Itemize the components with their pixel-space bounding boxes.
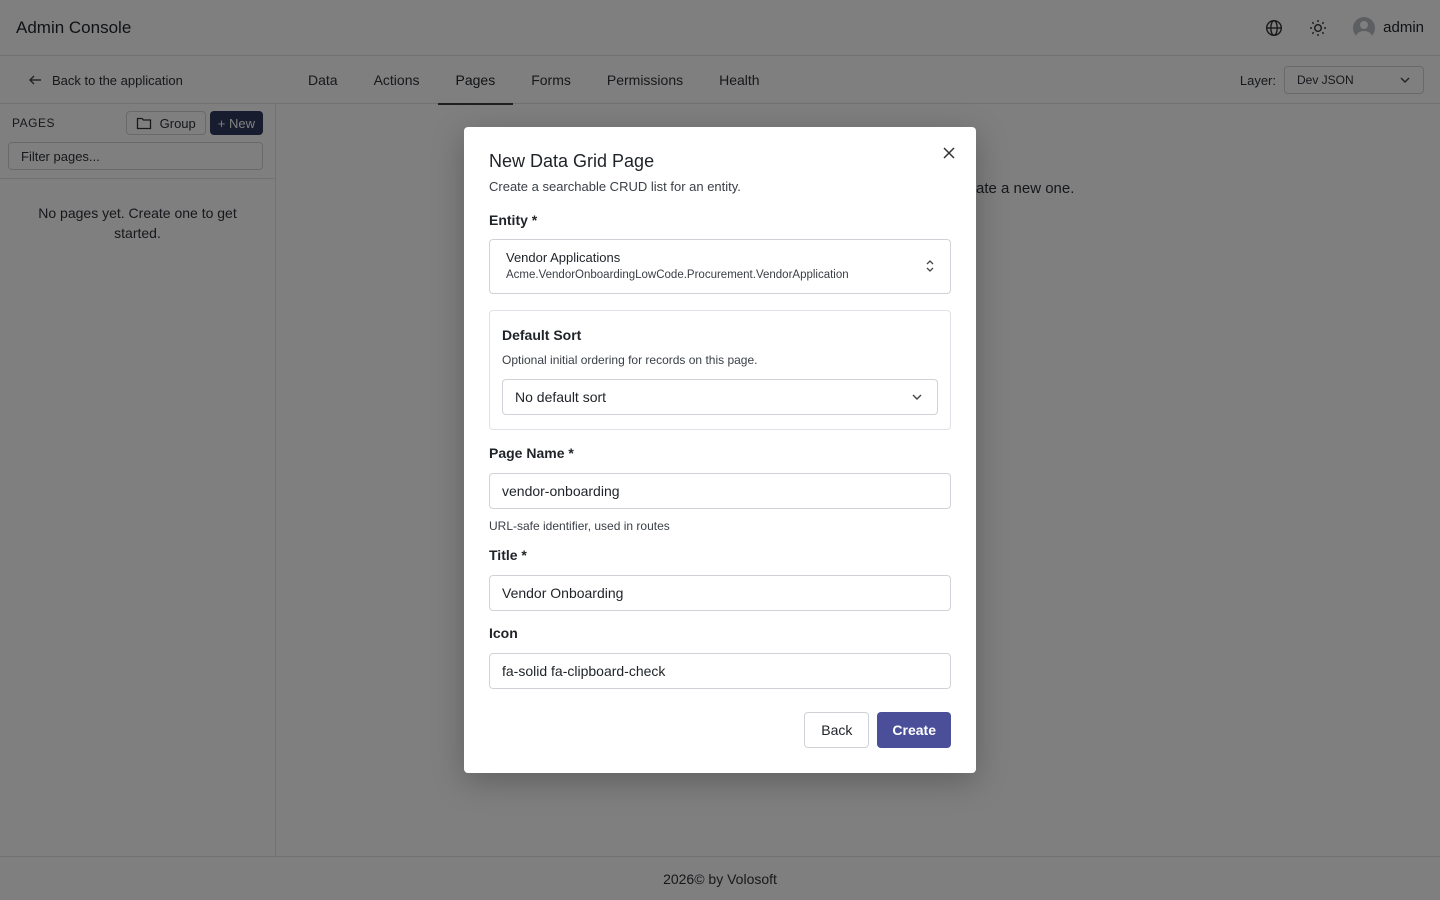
- title-value: Vendor Onboarding: [502, 585, 624, 601]
- entity-namespace: Acme.VendorOnboardingLowCode.Procurement…: [506, 269, 849, 281]
- title-label: Title *: [489, 547, 527, 563]
- default-sort-select[interactable]: No default sort: [502, 379, 938, 415]
- entity-select[interactable]: Vendor Applications Acme.VendorOnboardin…: [489, 239, 951, 294]
- back-button[interactable]: Back: [804, 712, 870, 748]
- entity-label: Entity *: [489, 212, 538, 228]
- back-button-label: Back: [821, 722, 853, 738]
- icon-label: Icon: [489, 625, 518, 641]
- create-button[interactable]: Create: [877, 712, 951, 748]
- default-sort-description: Optional initial ordering for records on…: [502, 353, 758, 367]
- chevron-up-down-icon: [924, 258, 936, 279]
- default-sort-title: Default Sort: [502, 327, 582, 343]
- page-name-value: vendor-onboarding: [502, 483, 620, 499]
- page-name-help: URL-safe identifier, used in routes: [489, 519, 670, 533]
- icon-value: fa-solid fa-clipboard-check: [502, 663, 666, 679]
- close-icon[interactable]: [939, 143, 959, 163]
- create-button-label: Create: [892, 722, 936, 738]
- dialog-subtitle: Create a searchable CRUD list for an ent…: [489, 179, 741, 194]
- title-input[interactable]: Vendor Onboarding: [489, 575, 951, 611]
- page-name-input[interactable]: vendor-onboarding: [489, 473, 951, 509]
- entity-name: Vendor Applications: [506, 250, 621, 265]
- dialog-title: New Data Grid Page: [489, 151, 655, 171]
- dialog-actions: Back Create: [804, 712, 951, 748]
- default-sort-value: No default sort: [515, 389, 607, 405]
- new-data-grid-page-dialog: New Data Grid Page Create a searchable C…: [464, 127, 976, 773]
- default-sort-section: Default Sort Optional initial ordering f…: [489, 310, 951, 430]
- chevron-down-icon: [912, 394, 922, 400]
- icon-input[interactable]: fa-solid fa-clipboard-check: [489, 653, 951, 689]
- page-name-label: Page Name *: [489, 445, 574, 461]
